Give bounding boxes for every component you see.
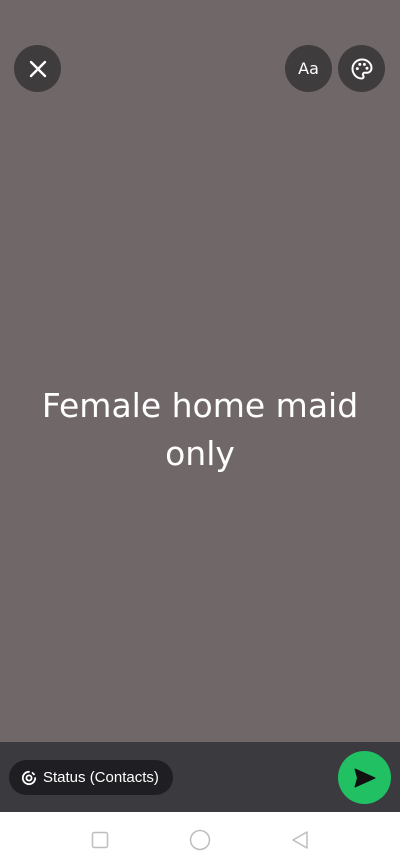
status-text-line: Female home maid [41, 386, 359, 425]
background-color-button[interactable] [338, 45, 385, 92]
circle-icon [189, 829, 211, 851]
square-icon [91, 831, 109, 849]
status-text[interactable]: Female home maid only [20, 382, 380, 478]
status-audience-label: Status (Contacts) [43, 769, 159, 786]
status-composer-screen: Aa Female home maid only Status (Contact… [0, 0, 400, 866]
recents-button[interactable] [89, 829, 111, 851]
system-navigation-bar [0, 812, 400, 866]
send-icon [354, 768, 376, 788]
status-audience-button[interactable]: Status (Contacts) [9, 760, 173, 795]
font-style-button[interactable]: Aa [285, 45, 332, 92]
palette-icon [350, 57, 374, 81]
close-button[interactable] [14, 45, 61, 92]
back-button[interactable] [289, 829, 311, 851]
triangle-back-icon [290, 830, 310, 850]
composer-bar: Status (Contacts) [0, 742, 400, 812]
status-icon [21, 770, 37, 786]
home-button[interactable] [189, 829, 211, 851]
send-button[interactable] [338, 751, 391, 804]
close-icon [28, 59, 48, 79]
status-text-line: only [165, 434, 235, 473]
font-style-label: Aa [298, 59, 319, 78]
